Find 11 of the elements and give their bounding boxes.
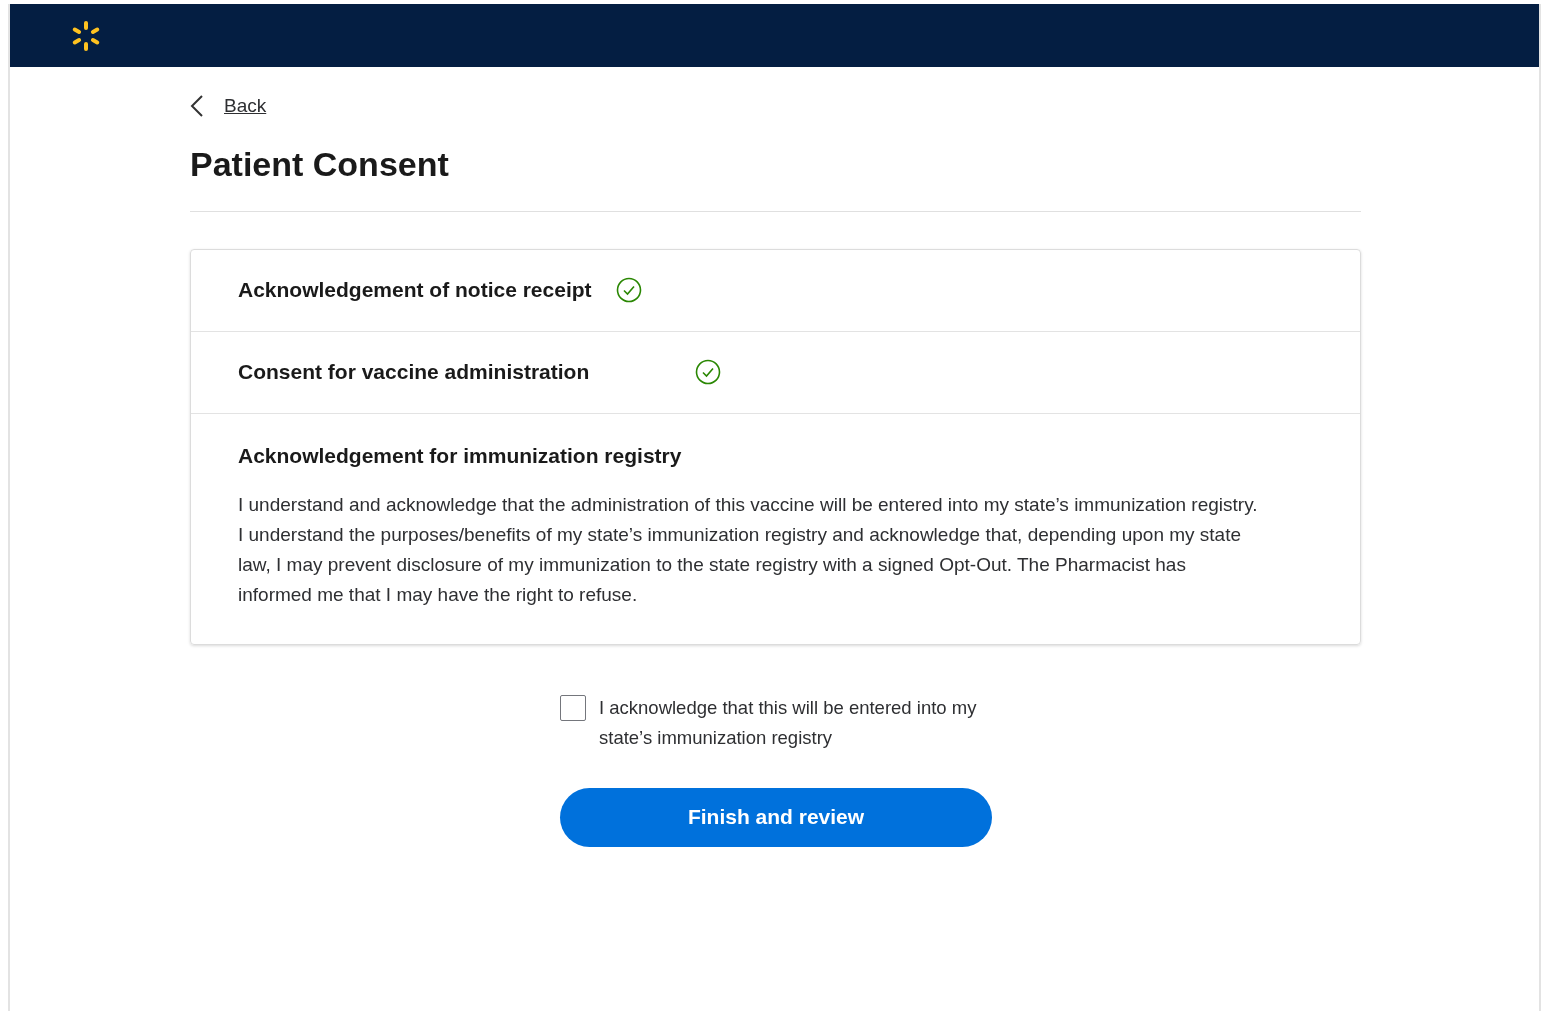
chevron-left-icon[interactable] (190, 94, 204, 118)
consent-text: I understand and acknowledge that the administration of this vaccine will be entered into my state’s immunization registry. I understand the purposes/benefits of my state’s immunization registry and acknowledge that, depending upon my state law, I may prevent disclosure of my immunization to the state registry with a signed Opt-Out. The Pharmacist has informed me that I may have the right to refuse. (238, 492, 1259, 607)
acknowledge-label: I acknowledge that this will be entered into my state’s immunization registry (599, 695, 978, 750)
spark-logo-icon[interactable] (70, 19, 102, 52)
back-link[interactable]: Back (224, 95, 267, 117)
finish-button[interactable]: Finish and review (560, 787, 992, 847)
section-title: Acknowledgement for immunization registry (238, 443, 682, 468)
page-title: Patient Consent (190, 144, 450, 185)
section-title: Acknowledgement of notice receipt (238, 278, 592, 303)
acknowledge-checkbox[interactable] (560, 694, 586, 721)
section-title: Consent for vaccine administration (238, 360, 590, 385)
